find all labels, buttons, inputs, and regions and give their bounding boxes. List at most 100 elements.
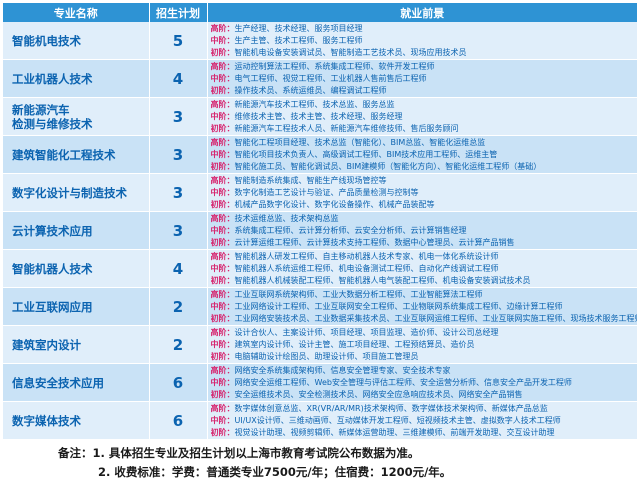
prospect-line: 中阶：智能化项目技术负责人、高级调试工程师、BIM技术应用工程师、运维主管 (211, 149, 638, 161)
table-row: 工业机器人技术 4 高阶：运动控制算法工程师、系统集成工程师、软件开发工程师 中阶：电… (3, 59, 637, 98)
table-row: 智能机电技术 5 高阶：生产经理、技术经理、服务项目经理 中阶：生产主管、技术工程师、… (3, 22, 637, 60)
note-line-2: 2. 收费标准：学费：普通类专业7500元/年；住宿费：1200元/年。 (98, 465, 452, 479)
level-label: 中阶： (210, 263, 235, 273)
table-row: 数字化设计与制造技术 3 高阶：智能制造系统集成、智能生产线现场管控等中阶：数字化制… (3, 173, 637, 212)
level-text: 工业网络设计工程师、工业互联网安全工程师、工业物联网系统集成工程师、边缘计算工程… (234, 301, 563, 311)
prospect-line: 初阶：新能源汽车工程技术人员、新能源汽车维修技师、售后服务顾问 (211, 123, 638, 135)
prospect-line: 高阶：新能源汽车技术工程师、技术总监、服务总监 (211, 99, 638, 111)
prospect-line: 初阶：智能机器人机械装配工程师、智能机器人电气装配工程师、机电设备安装调试技术员 (211, 275, 638, 287)
level-label: 高阶： (210, 23, 235, 33)
job-prospect: 高阶：数字媒体创意总监、XR(VR/AR/MR)技术架构师、数字媒体技术架构师、… (207, 401, 638, 440)
job-prospect: 高阶：智能机器人研发工程师、自主移动机器人技术专家、机电一体化系统设计师 中阶：智… (207, 249, 638, 288)
table-row: 建筑智能化工程技术 3 高阶：智能化工程项目经理、技术总监（智能化）、BIM总监、智… (3, 135, 638, 174)
level-label: 初阶： (210, 351, 235, 361)
prospect-line: 中阶：工业网络设计工程师、工业互联网安全工程师、工业物联网系统集成工程师、边缘计… (211, 301, 638, 313)
level-label: 高阶： (210, 61, 235, 71)
level-text: 网络安全系统集成架构师、信息安全管理专家、安全技术专家 (234, 365, 451, 375)
prospect-line: 中阶：系统集成工程师、云计算分析师、云安全分析师、云计算销售经理 (211, 225, 638, 237)
prospect-line: 高阶：智能机器人研发工程师、自主移动机器人技术专家、机电一体化系统设计师 (211, 251, 638, 263)
level-text: 生产主管、技术工程师、服务工程师 (234, 35, 363, 45)
level-label: 高阶： (210, 175, 235, 185)
prospect-line: 高阶：生产经理、技术经理、服务项目经理 (211, 23, 638, 35)
level-text: 数字化制造工艺设计与验证、产品质量检测与控制等 (234, 187, 419, 197)
level-label: 中阶： (210, 301, 235, 311)
level-text: 智能机器人机械装配工程师、智能机器人电气装配工程师、机电设备安装调试技术员 (234, 275, 531, 285)
level-text: 网络安全运维工程师、Web安全管理与评估工程师、安全运营分析师、信息安全产品开发… (234, 377, 572, 387)
level-label: 中阶： (210, 377, 235, 387)
level-label: 高阶： (210, 251, 235, 261)
major-name-line: 新能源汽车 (12, 102, 70, 117)
major-name-line: 智能机电技术 (12, 33, 81, 48)
table-row: 云计算技术应用 3 高阶：技术运维总监、技术架构总监 中阶：系统集成工程师、云计算分析… (3, 211, 638, 250)
job-prospect: 高阶：运动控制算法工程师、系统集成工程师、软件开发工程师 中阶：电气工程师、视觉工… (207, 59, 637, 98)
level-label: 初阶： (210, 237, 235, 247)
prospect-line: 初阶：工业网络安装技术员、工业数据采集技术员、工业互联网运维工程师、工业互联网实… (211, 313, 638, 325)
level-text: 智能机电设备安装调试员、智能制造工艺技术员、现场应用技术员 (234, 47, 467, 57)
level-text: 智能机器人研发工程师、自主移动机器人技术专家、机电一体化系统设计师 (234, 251, 499, 261)
table-row: 信息安全技术应用 6 高阶：网络安全系统集成架构师、信息安全管理专家、安全技术专家中… (3, 363, 638, 402)
major-name: 智能机电技术 (3, 22, 150, 60)
prospect-line: 中阶：建筑室内设计师、设计主管、施工项目经理、工程预结算员、造价员 (211, 339, 638, 351)
level-text: 数字媒体创意总监、XR(VR/AR/MR)技术架构师、数字媒体技术架构师、新媒体… (234, 403, 548, 413)
major-name: 云计算技术应用 (3, 211, 150, 250)
major-name: 数字媒体技术 (3, 401, 150, 440)
note-line-1: 备注：1. 具体招生专业及招生计划以上海市教育考试院公布数据为准。 (58, 446, 420, 460)
level-text: 智能制造系统集成、智能生产线现场管控等 (234, 175, 387, 185)
enrollment-count: 3 (149, 173, 208, 212)
table-row: 工业互联网应用 2 高阶：工业互联网系统架构师、工业大数据分析工程师、工业智能算法工… (3, 287, 638, 326)
prospect-line: 高阶：技术运维总监、技术架构总监 (211, 213, 638, 225)
level-text: 设计合伙人、主案设计师、项目经理、项目监理、造价师、设计公司总经理 (234, 327, 499, 337)
level-text: 操作技术员、系统运维员、编程调试工程师 (234, 85, 387, 95)
level-label: 初阶： (210, 427, 235, 437)
notes: 备注：1. 具体招生专业及招生计划以上海市教育考试院公布数据为准。 2. 收费标… (58, 444, 638, 482)
enrollment-count: 5 (149, 22, 208, 60)
prospect-line: 高阶：设计合伙人、主案设计师、项目经理、项目监理、造价师、设计公司总经理 (211, 327, 638, 339)
prospect-line: 中阶：网络安全运维工程师、Web安全管理与评估工程师、安全运营分析师、信息安全产… (211, 377, 638, 389)
level-text: 智能化项目技术负责人、高级调试工程师、BIM技术应用工程师、运维主管 (234, 149, 498, 159)
level-label: 高阶： (210, 213, 235, 223)
level-text: 智能机器人系统运维工程师、机电设备测试工程师、自动化产线调试工程师 (234, 263, 499, 273)
enrollment-table: 专业名称 招生计划 就业前景 智能机电技术 5 高阶：生产经理、技术经理、服务项目经… (3, 3, 637, 440)
job-prospect: 高阶：生产经理、技术经理、服务项目经理 中阶：生产主管、技术工程师、服务工程师 初阶… (207, 22, 637, 60)
prospect-line: 初阶：云计算运维工程师、云计算技术支持工程师、数据中心管理员、云计算产品销售 (211, 237, 638, 249)
table-header-row: 专业名称 招生计划 就业前景 (3, 3, 637, 22)
major-name-line: 云计算技术应用 (12, 223, 93, 238)
prospect-line: 高阶：网络安全系统集成架构师、信息安全管理专家、安全技术专家 (211, 365, 638, 377)
prospect-line: 高阶：数字媒体创意总监、XR(VR/AR/MR)技术架构师、数字媒体技术架构师、… (211, 403, 638, 415)
major-name: 新能源汽车 检测与维修技术 (3, 97, 150, 136)
major-name: 建筑室内设计 (3, 325, 150, 364)
level-label: 中阶： (210, 415, 235, 425)
level-text: 新能源汽车技术工程师、技术总监、服务总监 (234, 99, 395, 109)
major-name: 工业机器人技术 (3, 59, 150, 98)
major-name-line: 建筑智能化工程技术 (12, 147, 116, 162)
job-prospect: 高阶：设计合伙人、主案设计师、项目经理、项目监理、造价师、设计公司总经理 中阶：建… (207, 325, 638, 364)
level-label: 高阶： (210, 327, 235, 337)
header-enrollment-plan: 招生计划 (149, 3, 208, 22)
major-name-line: 智能机器人技术 (12, 261, 93, 276)
level-text: 建筑室内设计师、设计主管、施工项目经理、工程预结算员、造价员 (234, 339, 475, 349)
job-prospect: 高阶：新能源汽车技术工程师、技术总监、服务总监 中阶：维修技术主管、技术主管、技术… (207, 97, 638, 136)
level-label: 中阶： (210, 187, 235, 197)
enrollment-count: 2 (149, 325, 208, 364)
level-text: 视觉设计助理、视频剪辑师、新媒体运营助理、三维建模师、前端开发助理、交互设计助理 (234, 427, 555, 437)
table-row: 新能源汽车 检测与维修技术 3 高阶：新能源汽车技术工程师、技术总监、服务总监 中阶：维… (3, 97, 638, 136)
table-row: 建筑室内设计 2 高阶：设计合伙人、主案设计师、项目经理、项目监理、造价师、设计公司… (3, 325, 638, 364)
level-text: 工业网络安装技术员、工业数据采集技术员、工业互联网运维工程师、工业互联网实施工程… (234, 313, 638, 323)
major-name-line: 数字媒体技术 (12, 413, 81, 428)
enrollment-count: 4 (149, 59, 208, 98)
major-name-line: 数字化设计与制造技术 (12, 185, 127, 200)
header-major-name: 专业名称 (3, 3, 150, 22)
major-name-line: 信息安全技术应用 (12, 375, 104, 390)
level-label: 高阶： (210, 403, 235, 413)
job-prospect: 高阶：智能化工程项目经理、技术总监（智能化）、BIM总监、智能化运维总监 中阶：智… (207, 135, 638, 174)
job-prospect: 高阶：智能制造系统集成、智能生产线现场管控等中阶：数字化制造工艺设计与验证、产品… (207, 173, 637, 212)
enrollment-count: 4 (149, 249, 208, 288)
level-text: 云计算运维工程师、云计算技术支持工程师、数据中心管理员、云计算产品销售 (234, 237, 515, 247)
major-name: 智能机器人技术 (3, 249, 150, 288)
level-label: 中阶： (210, 339, 235, 349)
level-label: 初阶： (210, 47, 235, 57)
level-label: 初阶： (210, 389, 235, 399)
prospect-line: 中阶：维修技术主管、技术主管、技术经理、服务经理 (211, 111, 638, 123)
level-text: 生产经理、技术经理、服务项目经理 (234, 23, 363, 33)
major-name: 工业互联网应用 (3, 287, 150, 326)
